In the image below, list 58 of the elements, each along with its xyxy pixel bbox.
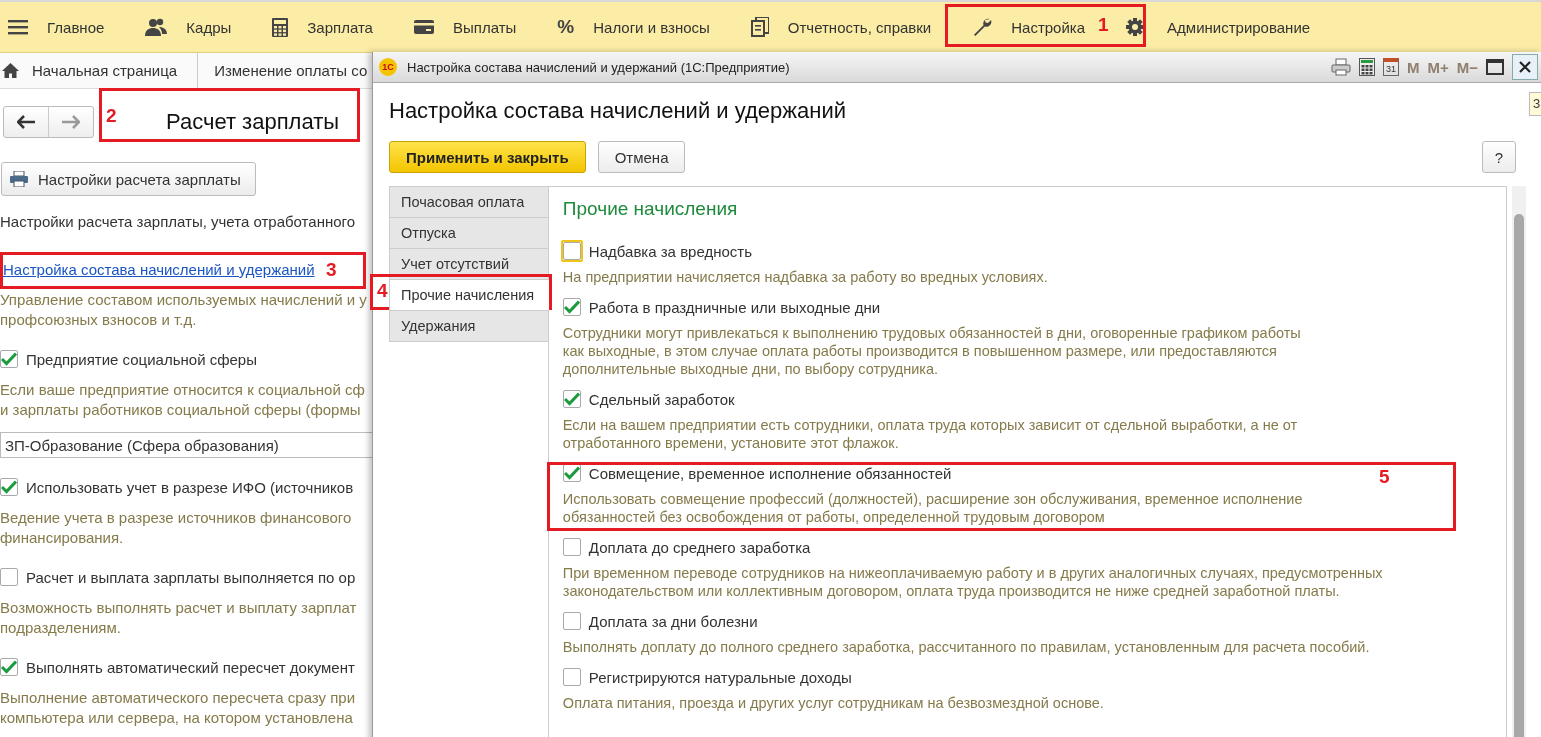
option-description: На предприятии начисляется надбавка за работу во вредных условиях. (562, 268, 1048, 286)
page-tab[interactable]: Начальная страница (0, 53, 199, 88)
tooltip: З (1529, 92, 1541, 116)
checkbox-label[interactable]: Расчет и выплата зарплаты выполняется по ор (26, 568, 356, 586)
option-description: Оплата питания, проезда и других услуг сотрудникам на безвозмездной основе. (562, 694, 1104, 712)
menu-item[interactable]: Выплаты (452, 18, 517, 36)
annotation-number: 1 (1098, 14, 1109, 36)
intro-text: Настройки расчета зарплаты, учета отработанного (0, 212, 357, 232)
checkbox-label[interactable]: Доплата до среднего заработка (588, 538, 811, 556)
menu-item[interactable]: Настройка (1011, 18, 1086, 36)
menu-item[interactable]: Отчетность, справки (787, 18, 932, 36)
menu-item[interactable]: Налоги и взносы (593, 18, 710, 36)
option-description: Выполнение автоматического пересчета сразу при компьютера или сервера, на котором установлена (0, 688, 356, 728)
checkbox-label[interactable]: Сдельный заработок (588, 390, 735, 408)
section-tab[interactable]: Прочие начисления (389, 280, 549, 311)
calendar-icon[interactable]: 31 (1382, 58, 1399, 76)
percent-icon: % (557, 16, 575, 38)
settings-link[interactable]: Настройка состава начислений и удержаний (3, 260, 315, 280)
menu-item[interactable]: Зарплата (307, 18, 373, 36)
option-description: При временном переводе сотрудников на нижеоплачиваемую работу и в других аналогичных случаях, предусмотренных законодательством или коллективным договором, оплата труда производится не ниже средней заработной платы. (562, 564, 1383, 600)
checkbox-label[interactable]: Выполнять автоматический пересчет документ (26, 658, 355, 676)
input-field[interactable]: ЗП-Образование (Сфера образования) (0, 432, 372, 458)
annotation-number: 4 (377, 280, 388, 302)
dialog-heading: Настройка состава начислений и удержаний (389, 97, 847, 125)
section-tab[interactable]: Учет отсутствий (389, 249, 548, 280)
apply-button[interactable]: Применить и закрыть (389, 141, 586, 173)
checkbox-label[interactable]: Предприятие социальной сферы (26, 350, 257, 368)
option-description: Если ваше предприятие относится к социальной сф и зарплаты работников социальной сферы (формы (0, 380, 365, 420)
menu-item[interactable]: Главное (47, 18, 105, 36)
section-title: Прочие начисления (562, 197, 739, 221)
annotation-number: 5 (1379, 466, 1390, 488)
annotation-number: 2 (106, 105, 117, 127)
checkbox-label[interactable]: Использовать учет в разрезе ИФО (источников (26, 478, 354, 496)
section-tab[interactable]: Удержания (389, 311, 548, 342)
checkbox-label[interactable]: Регистрируются натуральные доходы (588, 668, 852, 686)
page-title: Расчет зарплаты (166, 109, 340, 135)
settings-button[interactable]: Настройки расчета зарплаты (1, 162, 256, 196)
checkbox-label[interactable]: Доплата за дни болезни (588, 612, 758, 630)
section-tab[interactable]: Отпуска (389, 218, 548, 249)
page-tab[interactable]: Изменение оплаты со (198, 53, 372, 88)
option-description: Если на вашем предприятии есть сотрудники, оплата труда которых зависит от сдельной выработки, а не от отработанного времени, установите этот флажок. (562, 416, 1298, 452)
option-description: Использовать совмещение профессий (должностей), расширение зон обслуживания, временное исполнение обязанностей без освобождения от работы, определенной трудовым договором (562, 490, 1303, 526)
link-description: Управление составом используемых начислений и у профсоюзных взносов и т.д. (0, 290, 367, 330)
option-description: Выполнять доплату до полного среднего заработка, рассчитанного по правилам, установленным для расчета пособий. (562, 638, 1370, 656)
annotation-number: 3 (326, 259, 337, 281)
checkbox-label[interactable]: Надбавка за вредность (588, 242, 753, 260)
help-button[interactable]: ? (1481, 141, 1516, 173)
checkbox-label[interactable]: Совмещение, временное исполнение обязанностей (588, 464, 952, 482)
app-logo: 1С (379, 58, 397, 76)
menu-item[interactable]: Администрирование (1167, 18, 1311, 36)
section-tab[interactable]: Почасовая оплата (389, 186, 548, 218)
option-description: Ведение учета в разрезе источников финансового финансирования. (0, 508, 352, 548)
cancel-button[interactable]: Отмена (597, 141, 686, 173)
option-description: Сотрудники могут привлекаться к выполнению трудовых обязанностей в дни, оговоренные графиком работы как выходные, в этом случае оплата работы производится в повышенном размере, или предоставляются дополнительные выходные дни, по выбору сотрудника. (562, 324, 1301, 378)
menu-item[interactable]: Кадры (186, 18, 232, 36)
checkbox-label[interactable]: Работа в праздничные или выходные дни (588, 298, 881, 316)
window-title: Настройка состава начислений и удержаний (1С:Предприятие) (407, 59, 791, 75)
option-description: Возможность выполнять расчет и выплату зарплат подразделениям. (0, 598, 357, 638)
